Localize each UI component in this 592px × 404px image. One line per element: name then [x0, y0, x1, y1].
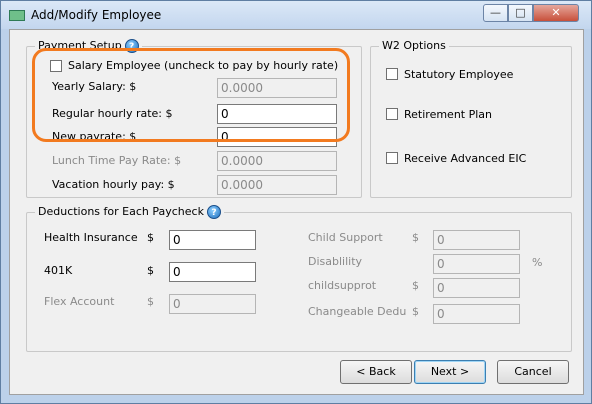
lunch-time-pay-rate-input[interactable]	[217, 151, 337, 171]
app-icon	[9, 10, 25, 21]
childsupprot-currency: $	[412, 279, 419, 292]
retirement-plan-checkbox[interactable]	[386, 108, 398, 120]
flex-account-currency: $	[147, 295, 154, 308]
help-icon[interactable]: ?	[206, 205, 221, 219]
maximize-button[interactable]: □	[508, 4, 533, 22]
changeable-deduction-input[interactable]	[433, 304, 520, 324]
health-insurance-currency: $	[147, 231, 154, 244]
close-button[interactable]: ✕	[533, 4, 579, 22]
cancel-button[interactable]: Cancel	[497, 360, 569, 384]
statutory-employee-label: Statutory Employee	[404, 68, 514, 81]
statutory-employee-checkbox[interactable]	[386, 68, 398, 80]
window-title: Add/Modify Employee	[31, 8, 162, 22]
flex-account-input[interactable]	[169, 294, 256, 314]
changeable-deduction-currency: $	[412, 305, 419, 318]
retirement-plan-label: Retirement Plan	[404, 108, 492, 121]
disability-unit: %	[532, 256, 543, 269]
receive-advanced-eic-label: Receive Advanced EIC	[404, 152, 527, 165]
child-support-input[interactable]	[433, 230, 520, 250]
vacation-hourly-pay-input[interactable]	[217, 175, 337, 195]
401k-currency: $	[147, 264, 154, 277]
w2-options-legend: W2 Options	[379, 39, 449, 53]
next-button[interactable]: Next >	[414, 360, 486, 384]
dialog-window: Add/Modify Employee — □ ✕ Payment Setup …	[0, 0, 592, 404]
back-button[interactable]: < Back	[340, 360, 412, 384]
dialog-body: Payment Setup ? Salary Employee (uncheck…	[9, 29, 584, 395]
disability-label: Disablility	[308, 255, 363, 268]
lunch-time-pay-rate-label: Lunch Time Pay Rate: $	[52, 154, 182, 167]
401k-label: 401K	[44, 264, 73, 277]
disability-input[interactable]	[433, 254, 520, 274]
minimize-button[interactable]: —	[483, 4, 508, 22]
title-bar[interactable]: Add/Modify Employee — □ ✕	[1, 1, 591, 29]
deductions-title: Deductions for Each Paycheck	[38, 205, 204, 218]
receive-advanced-eic-checkbox[interactable]	[386, 152, 398, 164]
changeable-deduction-label: Changeable Dedu	[308, 305, 407, 318]
vacation-hourly-pay-label: Vacation hourly pay: $	[52, 178, 175, 191]
child-support-currency: $	[412, 231, 419, 244]
deductions-legend: Deductions for Each Paycheck ?	[35, 205, 224, 219]
flex-account-label: Flex Account	[44, 295, 115, 308]
childsupprot-label: childsupprot	[308, 279, 377, 292]
health-insurance-input[interactable]	[169, 230, 256, 250]
orange-highlight-annotation	[32, 48, 350, 142]
w2-options-title: W2 Options	[382, 39, 446, 52]
childsupprot-input[interactable]	[433, 278, 520, 298]
health-insurance-label: Health Insurance	[44, 231, 138, 244]
child-support-label: Child Support	[308, 231, 383, 244]
401k-input[interactable]	[169, 262, 256, 282]
